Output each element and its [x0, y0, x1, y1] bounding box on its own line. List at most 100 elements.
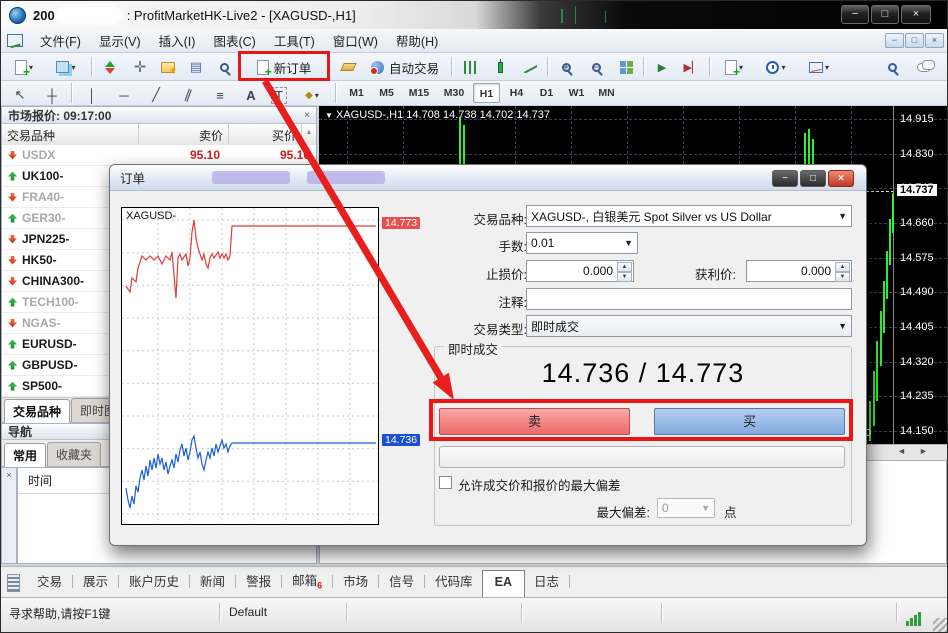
text-tool-button[interactable]: A: [239, 83, 263, 107]
mdi-restore-button[interactable]: □: [905, 33, 924, 48]
stop-loss-field[interactable]: 0.000 ▲▼: [526, 260, 634, 282]
column-ask[interactable]: 买价: [229, 124, 302, 145]
status-profile[interactable]: Default: [229, 605, 267, 619]
chart-shift-button[interactable]: ▶▏: [679, 55, 705, 79]
zoom-in-button[interactable]: +: [553, 55, 579, 79]
tab-signals[interactable]: 信号: [380, 566, 423, 597]
tab-alerts[interactable]: 警报: [237, 566, 280, 597]
shapes-tool-button[interactable]: ◆▾: [295, 83, 329, 107]
tab-journal[interactable]: 日志: [525, 566, 568, 597]
symbol-row[interactable]: USDX95.1095.10: [2, 145, 316, 166]
volume-select[interactable]: 0.01▼: [526, 232, 638, 254]
navigator-button[interactable]: [155, 55, 181, 79]
channel-tool-button[interactable]: ∥: [175, 83, 201, 107]
buy-button[interactable]: 买: [654, 408, 845, 435]
templates-button[interactable]: ▾: [799, 55, 839, 79]
timeframe-mn[interactable]: MN: [593, 83, 620, 103]
strategy-tester-button[interactable]: [211, 55, 237, 79]
market-watch-toggle-button[interactable]: [97, 55, 123, 79]
tab-trade[interactable]: 交易: [28, 566, 71, 597]
indicators-button[interactable]: ▾: [715, 55, 753, 79]
minimize-button[interactable]: −: [841, 5, 869, 24]
chart-dropdown-icon[interactable]: ▼: [325, 111, 333, 120]
trendline-tool-button[interactable]: ╱: [143, 83, 169, 107]
menu-view[interactable]: 显示(V): [90, 28, 150, 53]
tab-mailbox[interactable]: 邮箱6: [283, 565, 331, 598]
comment-input[interactable]: [526, 288, 852, 310]
line-chart-button[interactable]: [517, 55, 543, 79]
order-type-select[interactable]: 即时成交▼: [526, 315, 852, 337]
tab-account-history[interactable]: 账户历史: [120, 566, 188, 597]
take-profit-field[interactable]: 0.000 ▲▼: [746, 260, 852, 282]
candlestick-chart-button[interactable]: [487, 55, 513, 79]
tab-market[interactable]: 市场: [334, 566, 377, 597]
tab-exposure[interactable]: 展示: [74, 566, 117, 597]
terminal-button[interactable]: ▤: [183, 55, 209, 79]
bar-chart-button[interactable]: [457, 55, 483, 79]
sell-button[interactable]: 卖: [439, 408, 630, 435]
take-profit-spinner[interactable]: ▲▼: [835, 262, 850, 280]
horizontal-line-tool-button[interactable]: ─: [111, 83, 137, 107]
tab-ea[interactable]: EA: [482, 570, 525, 597]
deviation-checkbox[interactable]: [439, 476, 452, 489]
market-watch-close-icon[interactable]: ×: [304, 110, 310, 121]
stop-loss-spinner[interactable]: ▲▼: [617, 262, 632, 280]
auto-scroll-button[interactable]: ▶: [649, 55, 675, 79]
data-window-button[interactable]: ✛: [127, 55, 153, 79]
panel-close-icon[interactable]: ×: [2, 468, 16, 480]
vertical-line-tool-button[interactable]: │: [79, 83, 105, 107]
menu-charts[interactable]: 图表(C): [204, 28, 264, 53]
tab-code-base[interactable]: 代码库: [426, 566, 482, 597]
timeframe-w1[interactable]: W1: [563, 83, 590, 103]
menu-tools[interactable]: 工具(T): [265, 28, 324, 53]
column-bid[interactable]: 卖价: [139, 124, 229, 145]
timeframe-d1[interactable]: D1: [533, 83, 560, 103]
menu-help[interactable]: 帮助(H): [387, 28, 447, 53]
tab-favorites[interactable]: 收藏夹: [47, 442, 101, 466]
scroll-right-icon[interactable]: ►: [919, 446, 928, 456]
dialog-maximize-button[interactable]: □: [800, 170, 826, 187]
crosshair-tool-button[interactable]: ┼: [39, 83, 65, 107]
timeframe-m15[interactable]: M15: [403, 83, 435, 103]
menu-insert[interactable]: 插入(I): [150, 28, 205, 53]
dialog-minimize-button[interactable]: −: [772, 170, 798, 187]
maximize-button[interactable]: □: [871, 5, 899, 24]
timeframe-m1[interactable]: M1: [343, 83, 370, 103]
periods-button[interactable]: ▾: [757, 55, 795, 79]
scroll-up-icon[interactable]: ▲: [302, 124, 316, 145]
close-button[interactable]: ×: [901, 5, 931, 24]
zoom-out-button[interactable]: −: [583, 55, 609, 79]
timeframe-h1[interactable]: H1: [473, 83, 500, 103]
cursor-tool-button[interactable]: ↖: [7, 83, 33, 107]
mdi-close-button[interactable]: ×: [925, 33, 944, 48]
dialog-close-button[interactable]: ×: [828, 170, 854, 187]
autotrade-button[interactable]: 自动交易: [365, 55, 445, 79]
column-symbol[interactable]: 交易品种: [2, 124, 139, 145]
timeframe-m5[interactable]: M5: [373, 83, 400, 103]
timeframe-h4[interactable]: H4: [503, 83, 530, 103]
news-button[interactable]: [335, 55, 361, 79]
panel-handle-icon[interactable]: [7, 574, 20, 592]
profiles-button[interactable]: ▾: [47, 55, 85, 79]
symbol-select[interactable]: XAGUSD-, 白银美元 Spot Silver vs US Dollar▼: [526, 205, 852, 227]
resize-grip[interactable]: [933, 618, 947, 632]
tile-windows-button[interactable]: [613, 55, 639, 79]
tab-news[interactable]: 新闻: [191, 566, 234, 597]
fibonacci-tool-button[interactable]: ≡: [207, 83, 233, 107]
candle: [880, 311, 882, 366]
mdi-minimize-button[interactable]: −: [885, 33, 904, 48]
menu-file[interactable]: 文件(F): [31, 28, 90, 53]
dropdown-icon[interactable]: ▾: [71, 63, 75, 72]
label-tool-button[interactable]: T: [267, 83, 291, 107]
new-chart-button[interactable]: ▾: [5, 55, 43, 79]
new-order-button[interactable]: 新订单: [243, 55, 325, 79]
scroll-left-icon[interactable]: ◄: [897, 446, 906, 456]
order-dialog-titlebar[interactable]: 订单 − □ ×: [110, 165, 866, 191]
timeframe-m30[interactable]: M30: [438, 83, 470, 103]
tab-symbols[interactable]: 交易品种: [4, 399, 70, 423]
search-icon[interactable]: [879, 55, 905, 79]
menu-window[interactable]: 窗口(W): [324, 28, 387, 53]
chat-icon[interactable]: [909, 55, 939, 79]
market-watch-header: 市场报价: 09:17:00 ×: [1, 106, 317, 124]
tab-common[interactable]: 常用: [4, 443, 46, 467]
